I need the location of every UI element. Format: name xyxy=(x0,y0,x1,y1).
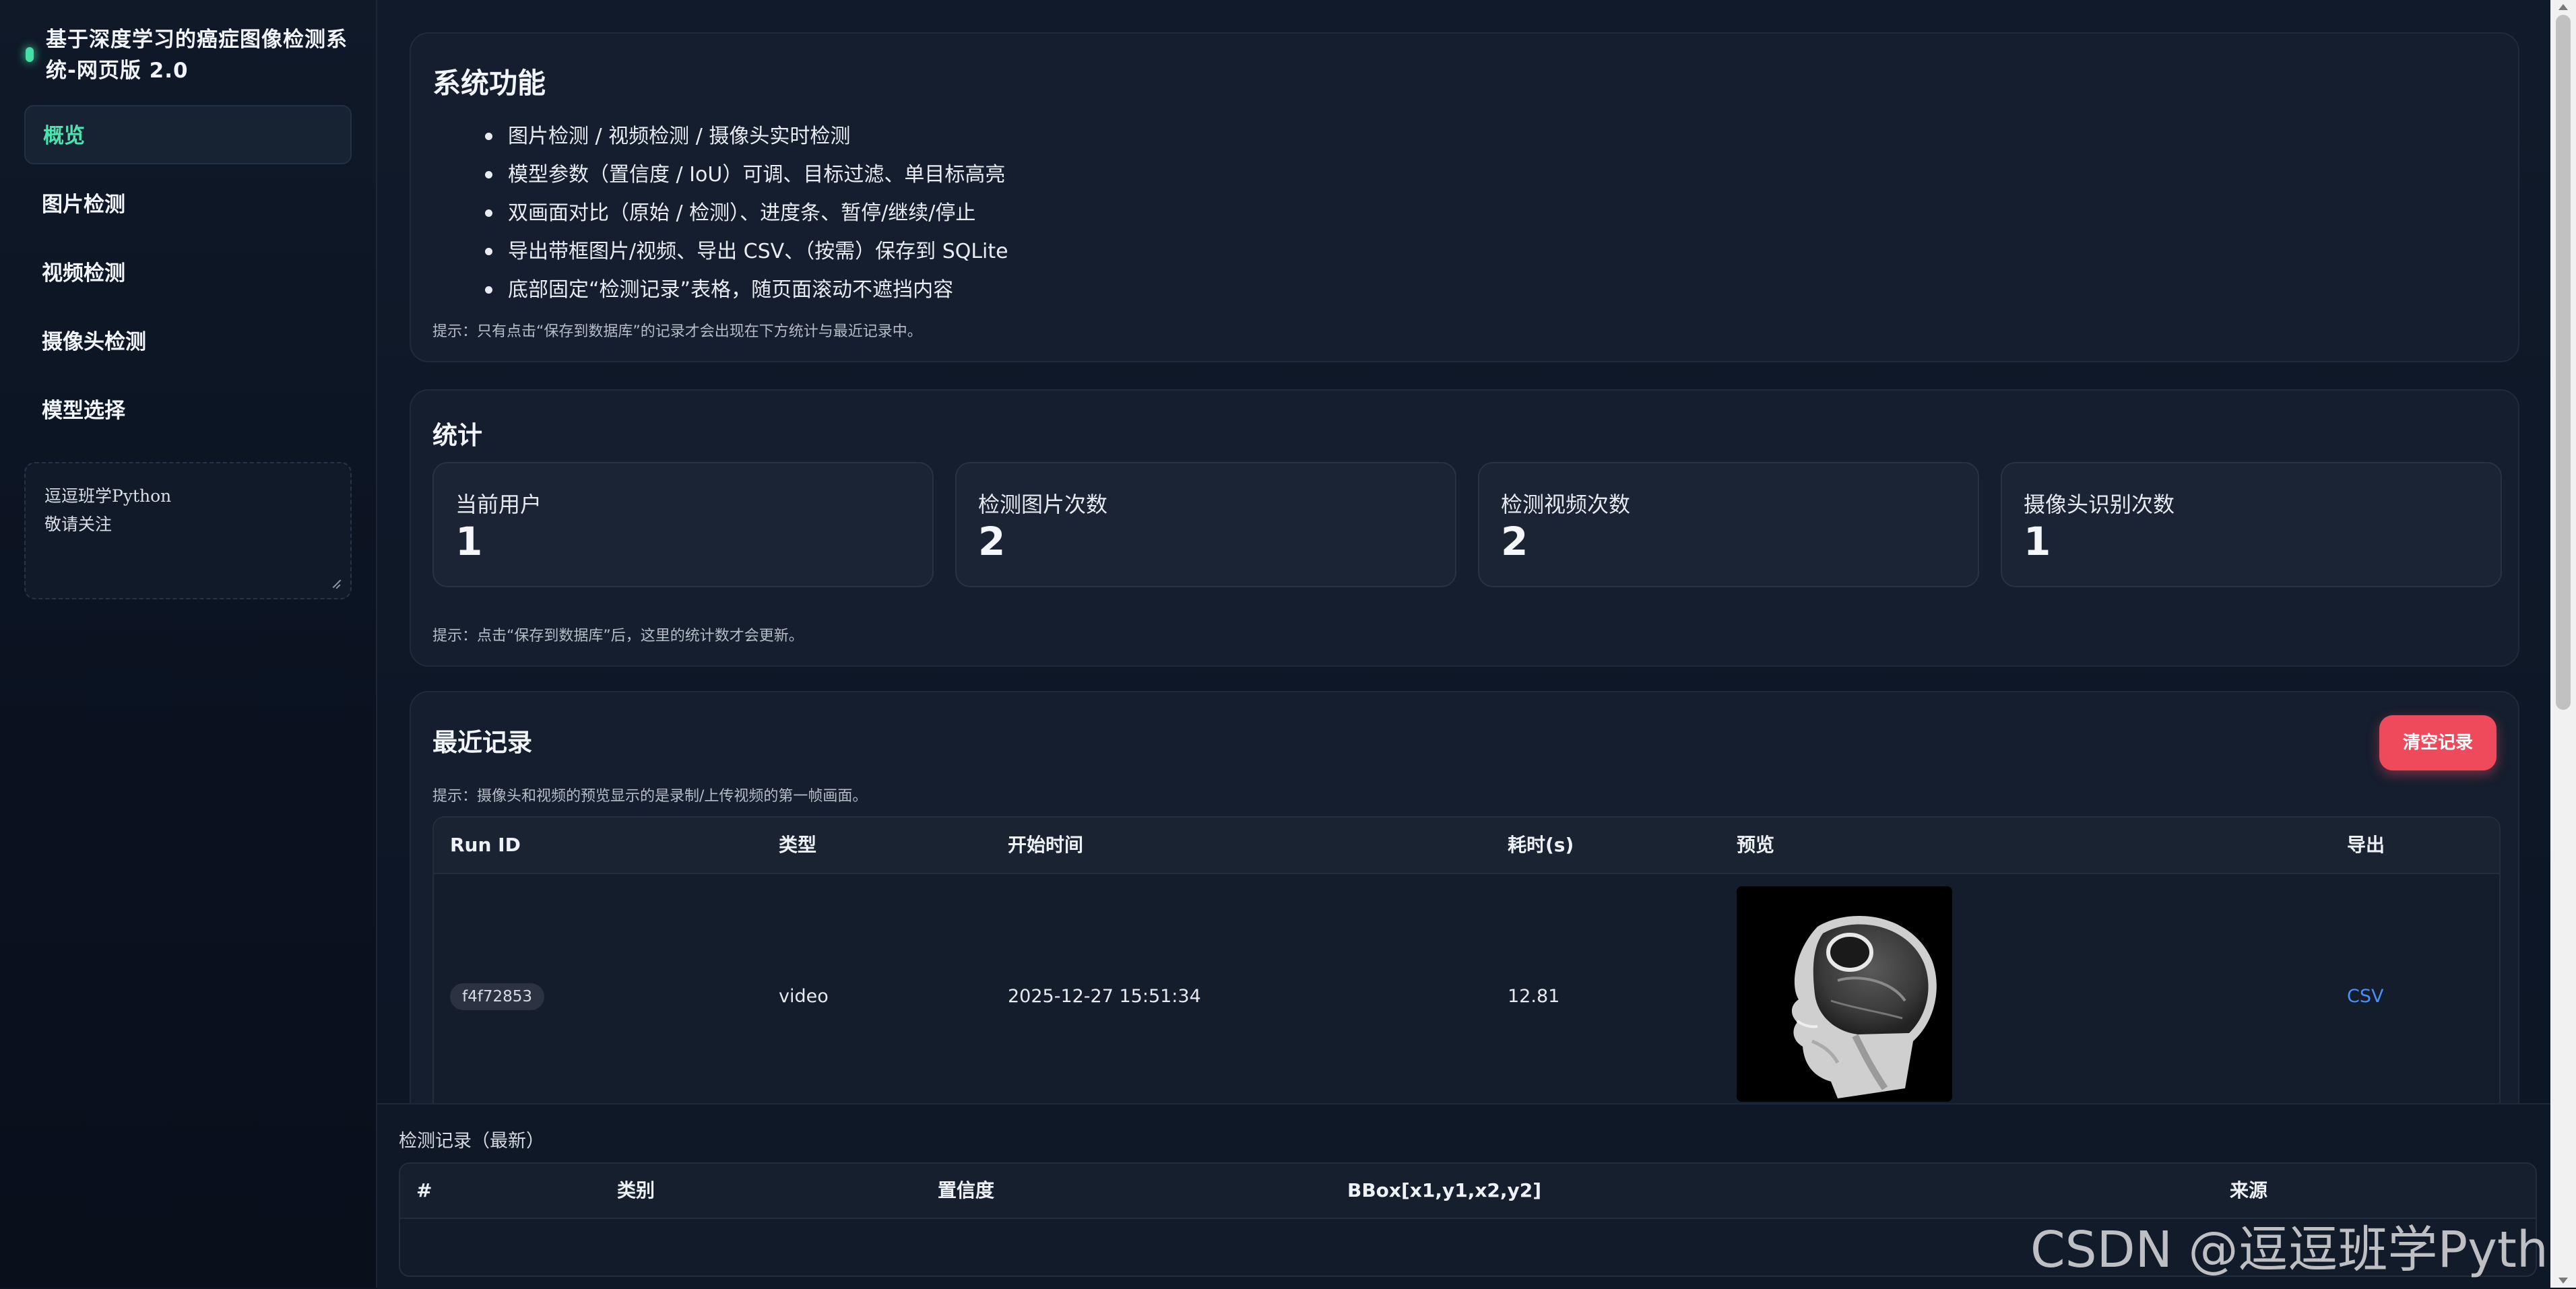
main-content: 系统功能 图片检测 / 视频检测 / 摄像头实时检测 模型参数（置信度 / Io… xyxy=(377,0,2550,1289)
column-header: Run ID xyxy=(450,834,521,856)
stat-label: 检测图片次数 xyxy=(978,492,1108,517)
features-hint: 提示：只有点击“保存到数据库”的记录才会出现在下方统计与最近记录中。 xyxy=(432,323,922,340)
stat-value: 2 xyxy=(1501,519,1528,564)
column-header: 置信度 xyxy=(938,1179,995,1201)
scroll-up-arrow-icon[interactable] xyxy=(2558,4,2568,10)
stat-label: 检测视频次数 xyxy=(1501,492,1631,517)
nav-item-model-select[interactable]: 模型选择 xyxy=(24,381,352,440)
column-header: 耗时(s) xyxy=(1508,834,1574,856)
start-time-cell: 2025-12-27 15:51:34 xyxy=(1008,986,1201,1007)
features-list: 图片检测 / 视频检测 / 摄像头实时检测 模型参数（置信度 / IoU）可调、… xyxy=(485,117,1008,309)
stat-card-users: 当前用户 1 xyxy=(432,462,934,587)
stats-hint: 提示：点击“保存到数据库”后，这里的统计数才会更新。 xyxy=(432,628,804,644)
stats-card: 统计 当前用户 1 检测图片次数 2 检测视频次数 2 摄像头识别次数 1 提示… xyxy=(410,389,2519,667)
stat-card-camera: 摄像头识别次数 1 xyxy=(2001,462,2502,587)
recent-title: 最近记录 xyxy=(432,728,532,757)
features-title: 系统功能 xyxy=(432,67,546,100)
stat-card-videos: 检测视频次数 2 xyxy=(1478,462,1979,587)
preview-thumbnail[interactable] xyxy=(1737,886,1952,1102)
note-line: 逗逗班学Python xyxy=(44,486,172,506)
mri-scan-image xyxy=(1737,886,1952,1102)
column-header: 预览 xyxy=(1737,834,1775,856)
note-textarea[interactable]: 逗逗班学Python 敬请关注 xyxy=(24,462,352,599)
column-header: 类型 xyxy=(779,834,817,856)
resize-handle-icon[interactable] xyxy=(331,579,341,589)
nav-item-video-detection[interactable]: 视频检测 xyxy=(24,244,352,303)
stat-card-images: 检测图片次数 2 xyxy=(955,462,1456,587)
column-header: BBox[x1,y1,x2,y2] xyxy=(1347,1179,1542,1201)
nav-item-overview[interactable]: 概览 xyxy=(24,105,352,164)
run-id-badge: f4f72853 xyxy=(450,983,544,1010)
features-card: 系统功能 图片检测 / 视频检测 / 摄像头实时检测 模型参数（置信度 / Io… xyxy=(410,32,2519,362)
stat-value: 1 xyxy=(455,519,483,564)
export-csv-link[interactable]: CSV xyxy=(2347,986,2383,1007)
column-header: 导出 xyxy=(2347,834,2385,856)
stats-title: 统计 xyxy=(432,421,482,450)
column-header: 开始时间 xyxy=(1008,834,1084,856)
recent-hint: 提示：摄像头和视频的预览显示的是录制/上传视频的第一帧画面。 xyxy=(432,788,868,805)
stat-value: 2 xyxy=(978,519,1006,564)
feature-item: 双画面对比（原始 / 检测）、进度条、暂停/继续/停止 xyxy=(485,194,1008,232)
stat-value: 1 xyxy=(2024,519,2051,564)
duration-cell: 12.81 xyxy=(1508,986,1560,1007)
detection-records-title: 检测记录（最新） xyxy=(399,1131,544,1152)
status-dot-icon xyxy=(26,47,34,62)
sidebar: 基于深度学习的癌症图像检测系统-网页版 2.0 概览 图片检测 视频检测 摄像头… xyxy=(0,0,377,1288)
column-header: 类别 xyxy=(617,1179,655,1201)
feature-item: 底部固定“检测记录”表格，随页面滚动不遮挡内容 xyxy=(485,271,1008,309)
nav-item-camera-detection[interactable]: 摄像头检测 xyxy=(24,312,352,372)
scroll-down-arrow-icon[interactable] xyxy=(2558,1278,2568,1284)
stat-label: 当前用户 xyxy=(455,492,542,517)
type-cell: video xyxy=(779,986,829,1007)
nav-item-image-detection[interactable]: 图片检测 xyxy=(24,175,352,234)
app-title: 基于深度学习的癌症图像检测系统-网页版 2.0 xyxy=(46,28,348,83)
feature-item: 模型参数（置信度 / IoU）可调、目标过滤、单目标高亮 xyxy=(485,156,1008,194)
stat-label: 摄像头识别次数 xyxy=(2024,492,2175,517)
note-line: 敬请关注 xyxy=(44,515,112,534)
watermark: CSDN @逗逗班学Python xyxy=(2030,1221,2576,1279)
column-header: # xyxy=(416,1179,432,1201)
clear-records-button[interactable]: 清空记录 xyxy=(2379,715,2497,770)
table-header: Run ID 类型 开始时间 耗时(s) 预览 导出 xyxy=(434,818,2499,874)
scrollbar-thumb[interactable] xyxy=(2556,15,2571,710)
feature-item: 图片检测 / 视频检测 / 摄像头实时检测 xyxy=(485,117,1008,156)
feature-item: 导出带框图片/视频、导出 CSV、（按需）保存到 SQLite xyxy=(485,232,1008,271)
vertical-scrollbar[interactable] xyxy=(2550,0,2576,1288)
